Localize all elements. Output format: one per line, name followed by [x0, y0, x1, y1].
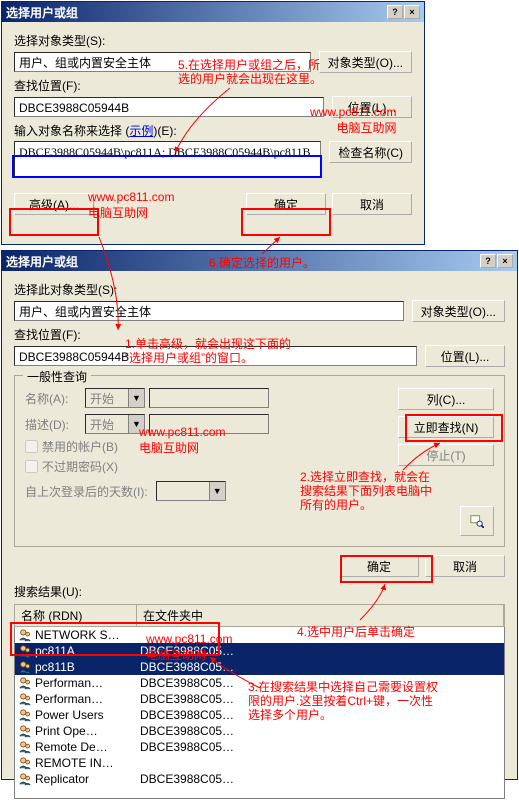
- cell-name: Performan…: [35, 676, 140, 690]
- columns-button[interactable]: 列(C)...: [398, 388, 494, 410]
- location-label: 查找位置(F):: [14, 77, 412, 94]
- principal-icon: [17, 644, 33, 658]
- results-table: 名称 (RDN) 在文件夹中 NETWORK S…pc811ADBCE3988C…: [14, 604, 505, 799]
- table-row[interactable]: Performan…DBCE3988C05…: [15, 675, 504, 691]
- cell-name: Power Users: [35, 708, 140, 722]
- close-button-2[interactable]: ×: [497, 254, 513, 268]
- table-row[interactable]: Remote De…DBCE3988C05…: [15, 739, 504, 755]
- desc-label: 描述(D):: [25, 416, 85, 433]
- common-queries-group: 一般性查询 名称(A): 开始▼ 描述(D): 开始▼: [14, 375, 505, 547]
- cell-name: NETWORK S…: [35, 628, 140, 642]
- dialog-select-users-2: 选择用户或组 ? × 选择此对象类型(S): 用户、组或内置安全主体 对象类型(…: [1, 250, 518, 780]
- common-queries-legend: 一般性查询: [23, 368, 91, 385]
- help-button[interactable]: ?: [387, 5, 403, 19]
- chevron-down-icon: ▼: [128, 415, 144, 433]
- cell-name: pc811A: [35, 644, 140, 658]
- cell-folder: DBCE3988C05…: [140, 708, 234, 722]
- disabled-accounts-checkbox: 禁用的帐户(B): [25, 438, 398, 455]
- window-title-2: 选择用户或组: [6, 253, 78, 270]
- cell-name: pc811B: [35, 660, 140, 674]
- stop-button: 停止(T): [398, 444, 494, 466]
- table-row[interactable]: NETWORK S…: [15, 627, 504, 643]
- name-input: [149, 388, 269, 408]
- ok-button-1[interactable]: 确定: [246, 193, 326, 215]
- location-button[interactable]: 位置(L)...: [332, 96, 412, 118]
- desc-combo: 开始▼: [85, 414, 145, 434]
- location-field: DBCE3988C05944B: [14, 97, 324, 117]
- table-row[interactable]: Performan…DBCE3988C05…: [15, 691, 504, 707]
- cell-name: REMOTE IN…: [35, 756, 140, 770]
- object-names-label: 输入对象名称来选择 (示例)(E):: [14, 122, 412, 139]
- last-logon-combo: ▼: [156, 481, 226, 501]
- principal-icon: [17, 660, 33, 674]
- help-button-2[interactable]: ?: [480, 254, 496, 268]
- name-label: 名称(A):: [25, 390, 85, 407]
- location-label-2: 查找位置(F):: [14, 326, 505, 343]
- cancel-button-2[interactable]: 取消: [425, 555, 505, 577]
- ok-button-2[interactable]: 确定: [339, 555, 419, 577]
- cell-folder: DBCE3988C05…: [140, 740, 234, 754]
- cell-folder: DBCE3988C05…: [140, 676, 234, 690]
- object-picker-icon: [470, 514, 484, 528]
- titlebar-1: 选择用户或组 ? ×: [2, 2, 424, 22]
- desc-input: [149, 414, 269, 434]
- principal-icon: [17, 756, 33, 770]
- check-names-button[interactable]: 检查名称(C): [329, 141, 412, 163]
- cell-name: Performan…: [35, 692, 140, 706]
- table-row[interactable]: Print Ope…DBCE3988C05…: [15, 723, 504, 739]
- object-names-input[interactable]: DBCE3988C05944B\pc811A; DBCE3988C05944B\…: [14, 141, 321, 177]
- close-button[interactable]: ×: [404, 5, 420, 19]
- object-type-field-2: 用户、组或内置安全主体: [14, 301, 404, 321]
- principal-icon: [17, 724, 33, 738]
- checkbox-icon: [25, 460, 38, 473]
- cell-folder: DBCE3988C05…: [140, 692, 234, 706]
- table-row[interactable]: pc811ADBCE3988C05…: [15, 643, 504, 659]
- principal-icon: [17, 676, 33, 690]
- cell-name: Replicator: [35, 772, 140, 786]
- find-now-button[interactable]: 立即查找(N): [398, 416, 494, 438]
- non-expiring-password-checkbox: 不过期密码(X): [25, 458, 398, 475]
- cell-folder: DBCE3988C05…: [140, 644, 234, 658]
- principal-icon: [17, 772, 33, 786]
- object-picker-button[interactable]: [460, 506, 494, 536]
- location-button-2[interactable]: 位置(L)...: [425, 345, 505, 367]
- location-field-2: DBCE3988C05944B: [14, 346, 417, 366]
- cell-folder: DBCE3988C05…: [140, 724, 234, 738]
- cell-name: Remote De…: [35, 740, 140, 754]
- table-row[interactable]: pc811BDBCE3988C05…: [15, 659, 504, 675]
- col-name[interactable]: 名称 (RDN): [15, 605, 137, 626]
- window-title: 选择用户或组: [6, 4, 78, 21]
- table-row[interactable]: REMOTE IN…: [15, 755, 504, 771]
- results-list[interactable]: NETWORK S…pc811ADBCE3988C05…pc811BDBCE39…: [14, 627, 505, 799]
- principal-icon: [17, 708, 33, 722]
- advanced-button[interactable]: 高级(A)...: [14, 193, 94, 215]
- col-folder[interactable]: 在文件夹中: [137, 605, 504, 626]
- table-row[interactable]: Power UsersDBCE3988C05…: [15, 707, 504, 723]
- titlebar-2: 选择用户或组 ? ×: [2, 251, 517, 271]
- object-types-button[interactable]: 对象类型(O)...: [319, 51, 412, 73]
- results-label: 搜索结果(U):: [14, 583, 505, 600]
- object-type-label-2: 选择此对象类型(S):: [14, 281, 505, 298]
- principal-icon: [17, 692, 33, 706]
- checkbox-icon: [25, 440, 38, 453]
- dialog-select-users-1: 选择用户或组 ? × 选择对象类型(S): 用户、组或内置安全主体 对象类型(O…: [1, 1, 425, 245]
- cell-folder: DBCE3988C05…: [140, 660, 234, 674]
- cell-folder: DBCE3988C05…: [140, 772, 234, 786]
- object-type-label: 选择对象类型(S):: [14, 32, 412, 49]
- name-combo: 开始▼: [85, 388, 145, 408]
- example-link[interactable]: 示例: [129, 124, 153, 138]
- cell-name: Print Ope…: [35, 724, 140, 738]
- object-types-button-2[interactable]: 对象类型(O)...: [412, 300, 505, 322]
- chevron-down-icon: ▼: [209, 482, 225, 500]
- principal-icon: [17, 740, 33, 754]
- object-type-field: 用户、组或内置安全主体: [14, 52, 311, 72]
- chevron-down-icon: ▼: [128, 389, 144, 407]
- table-row[interactable]: ReplicatorDBCE3988C05…: [15, 771, 504, 787]
- last-logon-label: 自上次登录后的天数(I):: [25, 483, 148, 500]
- principal-icon: [17, 628, 33, 642]
- cancel-button-1[interactable]: 取消: [332, 193, 412, 215]
